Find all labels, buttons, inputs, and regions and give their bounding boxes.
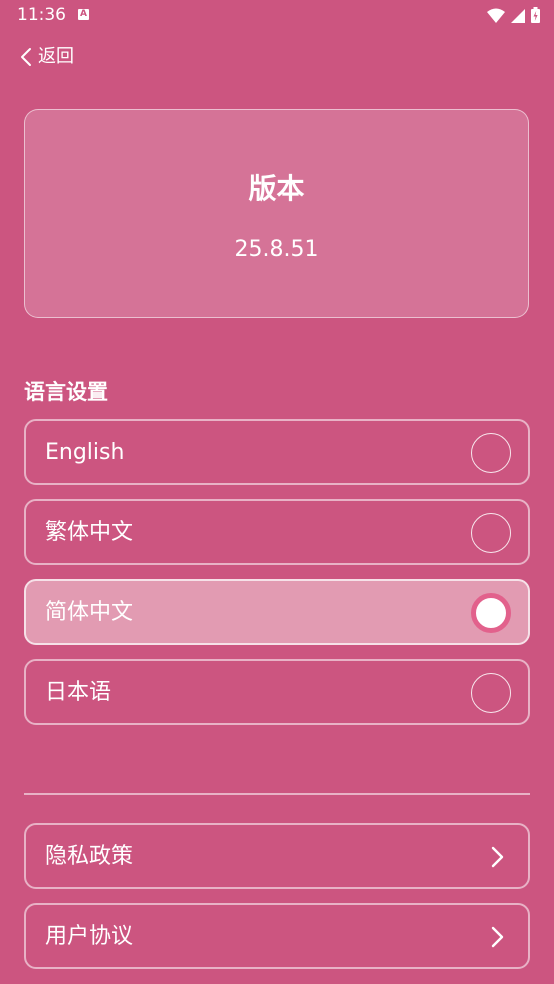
back-button[interactable]: 返回 bbox=[20, 44, 74, 70]
language-settings-title: 语言设置 bbox=[24, 380, 108, 404]
radio-button[interactable] bbox=[471, 433, 511, 473]
back-label: 返回 bbox=[38, 46, 74, 67]
version-number: 25.8.51 bbox=[234, 237, 319, 262]
chevron-right-icon bbox=[491, 926, 504, 948]
language-option-traditional-chinese[interactable]: 繁体中文 bbox=[24, 499, 530, 565]
language-option-simplified-chinese[interactable]: 简体中文 bbox=[24, 579, 530, 645]
language-option-label: 繁体中文 bbox=[45, 520, 134, 545]
status-icons bbox=[487, 7, 540, 23]
privacy-policy-label: 隐私政策 bbox=[45, 844, 134, 869]
wifi-icon bbox=[487, 8, 505, 23]
language-option-label: 日本语 bbox=[45, 680, 112, 705]
radio-button-checked[interactable] bbox=[471, 593, 511, 633]
language-option-label: 简体中文 bbox=[45, 600, 134, 625]
chevron-right-icon bbox=[491, 846, 504, 868]
user-agreement-label: 用户协议 bbox=[45, 924, 134, 949]
status-bar: 11:36 A bbox=[0, 0, 554, 30]
version-card: 版本 25.8.51 bbox=[24, 109, 529, 318]
user-agreement-row[interactable]: 用户协议 bbox=[24, 903, 530, 969]
language-option-japanese[interactable]: 日本语 bbox=[24, 659, 530, 725]
privacy-policy-row[interactable]: 隐私政策 bbox=[24, 823, 530, 889]
radio-button[interactable] bbox=[471, 673, 511, 713]
language-option-english[interactable]: English bbox=[24, 419, 530, 485]
version-title: 版本 bbox=[248, 172, 305, 205]
notification-icon: A bbox=[78, 9, 89, 20]
signal-icon bbox=[511, 9, 525, 23]
language-option-label: English bbox=[45, 440, 125, 465]
chevron-left-icon bbox=[21, 48, 31, 66]
status-time: 11:36 bbox=[17, 5, 66, 25]
radio-button[interactable] bbox=[471, 513, 511, 553]
battery-icon bbox=[531, 7, 540, 23]
divider bbox=[24, 793, 530, 795]
